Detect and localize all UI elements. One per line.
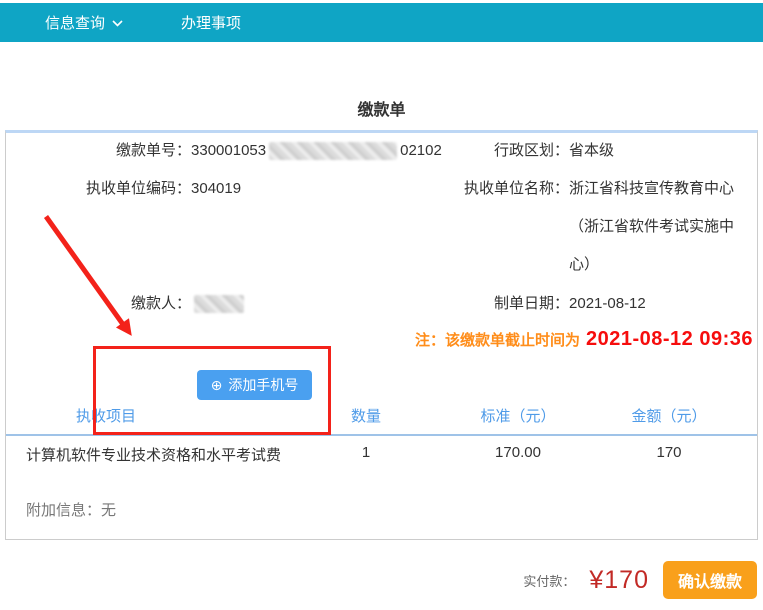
bill-date-value: 2021-08-12: [569, 294, 646, 314]
bill-date-label: 制单日期：: [494, 294, 569, 314]
cell-standard: 170.00: [443, 444, 593, 465]
redacted-payer-name: [194, 295, 244, 313]
table-header-divider: [6, 434, 757, 436]
unit-name-label: 执收单位名称：: [464, 179, 569, 199]
deadline-note-prefix: 注：该缴款单截止时间为: [415, 329, 580, 350]
total-amount: ¥170: [589, 566, 649, 595]
table-header-row: 执收项目 数量 标准（元） 金额（元）: [6, 405, 757, 426]
unit-code-label: 执收单位编码：: [86, 179, 191, 199]
top-navbar: 信息查询 办理事项: [0, 3, 763, 42]
nav-item-info-query[interactable]: 信息查询: [45, 12, 123, 33]
unit-name-field: 执收单位名称： 浙江省科技宣传教育中心 （浙江省软件考试实施中 心）: [464, 179, 745, 293]
table-header-item: 执收项目: [6, 405, 328, 426]
payment-footer: 实付款： ¥170 确认缴款: [0, 558, 757, 602]
deadline-note: 注：该缴款单截止时间为 2021-08-12 09:36: [415, 328, 753, 351]
unit-code-value: 304019: [191, 179, 241, 199]
extra-info-field: 附加信息：无: [26, 499, 116, 520]
region-field: 行政区划：省本级: [494, 141, 614, 161]
payment-no-field: 缴款单号：330001053 02102: [116, 141, 442, 161]
redacted-payment-no: [269, 142, 397, 160]
payer-field: 缴款人：: [131, 294, 247, 314]
deadline-note-time: 2021-08-12 09:36: [586, 328, 753, 351]
page-title: 缴款单: [0, 96, 763, 120]
payment-no-label: 缴款单号：: [116, 141, 191, 161]
unit-name-value: 浙江省科技宣传教育中心 （浙江省软件考试实施中 心）: [569, 170, 745, 284]
table-row: 计算机软件专业技术资格和水平考试费 1 170.00 170: [6, 444, 757, 465]
bill-date-field: 制单日期：2021-08-12: [494, 294, 646, 314]
table-header-quantity: 数量: [328, 405, 404, 426]
payment-no-prefix: 330001053: [191, 141, 266, 161]
confirm-payment-button[interactable]: 确认缴款: [663, 561, 757, 599]
extra-info-value: 无: [101, 502, 116, 519]
cell-quantity: 1: [328, 444, 404, 465]
chevron-down-icon: [112, 14, 123, 31]
table-header-standard: 标准（元）: [443, 405, 593, 426]
annotation-arrow: [44, 215, 125, 325]
nav-item-label: 办理事项: [181, 12, 241, 33]
payment-no-suffix: 02102: [400, 141, 442, 161]
cell-item-name: 计算机软件专业技术资格和水平考试费: [6, 444, 328, 465]
total-label: 实付款：: [523, 571, 575, 590]
nav-item-label: 信息查询: [45, 12, 105, 33]
payer-label: 缴款人：: [131, 294, 191, 314]
region-label: 行政区划：: [494, 141, 569, 161]
cell-amount: 170: [593, 444, 745, 465]
payment-bill-panel: 缴款单号：330001053 02102 行政区划：省本级 执收单位编码：3040…: [5, 130, 758, 540]
extra-info-label: 附加信息：: [26, 502, 101, 519]
table-header-amount: 金额（元）: [593, 405, 745, 426]
region-value: 省本级: [569, 141, 614, 161]
unit-code-field: 执收单位编码：304019: [86, 179, 241, 199]
add-phone-button-label: 添加手机号: [228, 375, 298, 395]
plus-circle-icon: ⊕: [211, 378, 223, 392]
nav-item-handle-matters[interactable]: 办理事项: [181, 12, 241, 33]
add-phone-button[interactable]: ⊕ 添加手机号: [197, 370, 312, 400]
